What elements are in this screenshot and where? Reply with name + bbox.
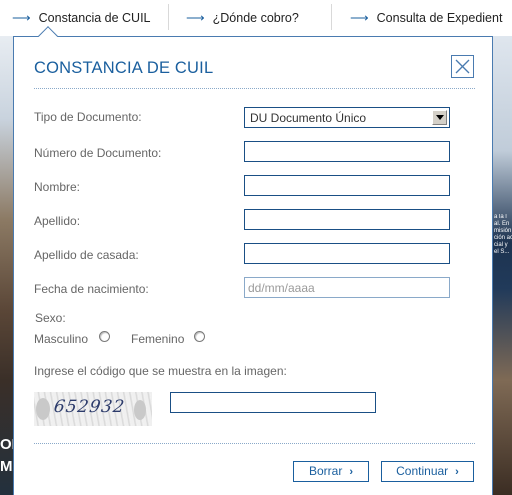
tipo-documento-value: DU Documento Único (250, 111, 367, 125)
apellido-field[interactable] (244, 209, 450, 230)
captcha-input[interactable] (170, 392, 376, 413)
apellido-casada-label: Apellido de casada: (34, 248, 139, 262)
arrow-right-icon: ⟶ (12, 10, 31, 25)
fecha-nacimiento-label: Fecha de nacimiento: (34, 282, 149, 296)
numero-documento-field[interactable] (244, 141, 450, 162)
nav-item-label: Constancia de CUIL (38, 11, 151, 25)
nav-item-constancia-cuil[interactable]: ⟶ Constancia de CUIL (12, 10, 151, 26)
nombre-label: Nombre: (34, 180, 81, 194)
background-article-text: a la l al. En misión ción ac cial y el S… (494, 214, 512, 255)
arrow-right-icon: ⟶ (350, 10, 369, 25)
femenino-radio[interactable] (194, 331, 205, 342)
nav-item-donde-cobro[interactable]: ⟶ ¿Dónde cobro? (186, 10, 299, 26)
borrar-label: Borrar (308, 464, 343, 478)
arrow-right-icon: ⟶ (186, 10, 205, 25)
close-icon (455, 59, 470, 74)
dropdown-button[interactable] (432, 110, 447, 125)
captcha-noise (134, 400, 146, 420)
nav-divider (168, 4, 169, 30)
borrar-button[interactable]: Borrar › (293, 461, 369, 482)
top-nav: ⟶ Constancia de CUIL ⟶ ¿Dónde cobro? ⟶ Cons… (0, 0, 512, 36)
constancia-cuil-dialog: CONSTANCIA DE CUIL Tipo de Documento: DU… (13, 26, 493, 495)
femenino-label: Femenino (131, 332, 185, 346)
chevron-right-icon: › (349, 466, 353, 478)
apellido-casada-field[interactable] (244, 243, 450, 264)
footer-divider (34, 443, 475, 444)
sexo-option-masculino[interactable]: Masculino (34, 332, 88, 346)
tipo-documento-select[interactable]: DU Documento Único (244, 107, 450, 128)
captcha-noise (36, 398, 50, 420)
sexo-option-femenino[interactable]: Femenino (131, 332, 184, 346)
masculino-radio[interactable] (99, 331, 110, 342)
background-photo-right (492, 36, 512, 495)
background-photo-left (0, 36, 14, 495)
numero-documento-label: Número de Documento: (34, 146, 162, 160)
chevron-right-icon: › (455, 466, 459, 478)
tipo-documento-label: Tipo de Documento: (34, 110, 142, 124)
nombre-field[interactable] (244, 175, 450, 196)
nav-item-consulta-expediente[interactable]: ⟶ Consulta de Expedient (350, 10, 502, 26)
nav-item-label: ¿Dónde cobro? (212, 11, 299, 25)
continuar-label: Continuar (396, 464, 449, 478)
close-button[interactable] (451, 55, 474, 78)
chevron-down-icon (436, 115, 444, 120)
captcha-code: 652932 (52, 397, 127, 417)
nav-item-label: Consulta de Expedient (376, 11, 503, 25)
title-divider (34, 88, 475, 89)
captcha-label: Ingrese el código que se muestra en la i… (34, 364, 287, 378)
fecha-nacimiento-field[interactable] (244, 277, 450, 298)
masculino-label: Masculino (34, 332, 89, 346)
dialog-title: CONSTANCIA DE CUIL (34, 59, 214, 77)
captcha-image: 652932 (34, 392, 152, 426)
continuar-button[interactable]: Continuar › (381, 461, 474, 482)
sexo-label: Sexo: (35, 311, 66, 325)
apellido-label: Apellido: (34, 214, 81, 228)
nav-divider (331, 4, 332, 30)
